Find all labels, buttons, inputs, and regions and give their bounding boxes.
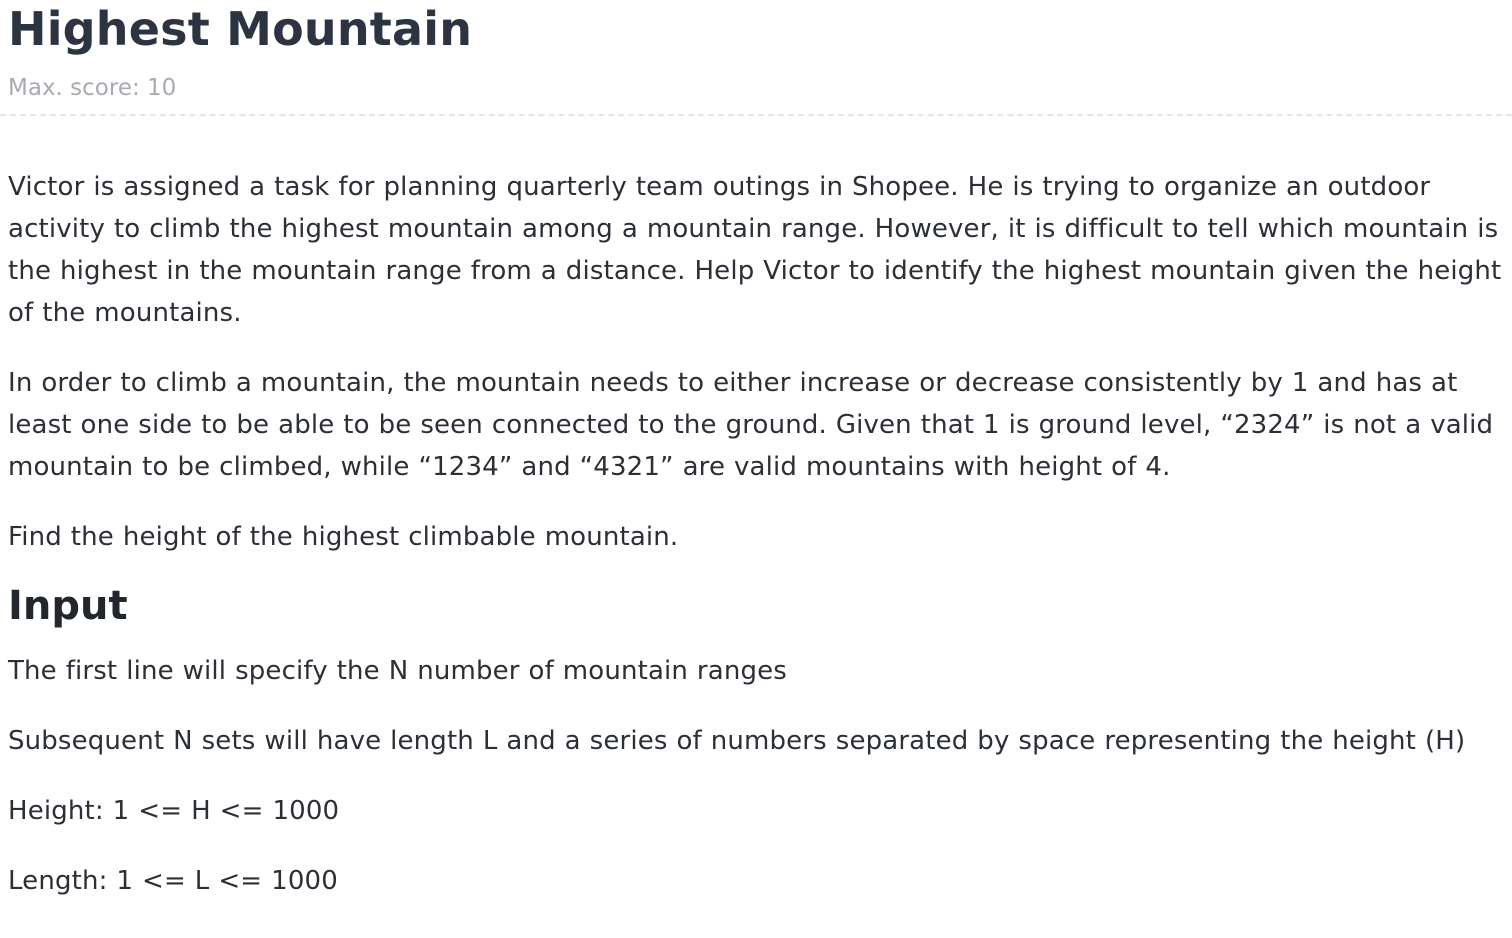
statement-paragraph-1: Victor is assigned a task for planning q… [8,172,1502,328]
max-score-label: Max. score: 10 [8,75,177,101]
input-heading: Input [8,583,128,629]
statement-paragraph-3: Find the height of the highest climbable… [8,522,679,552]
input-line-4: Length: 1 <= L <= 1000 [8,866,338,896]
input-line-1: The first line will specify the N number… [8,656,787,686]
problem-title: Highest Mountain [8,2,473,56]
input-line-2: Subsequent N sets will have length L and… [8,726,1466,756]
problem-page: Highest Mountain Max. score: 10 Victor i… [0,0,1512,938]
statement-paragraph-2: In order to climb a mountain, the mounta… [8,368,1494,482]
header-divider [0,114,1512,116]
input-line-3: Height: 1 <= H <= 1000 [8,796,340,826]
problem-statement: Victor is assigned a task for planning q… [8,166,1508,930]
